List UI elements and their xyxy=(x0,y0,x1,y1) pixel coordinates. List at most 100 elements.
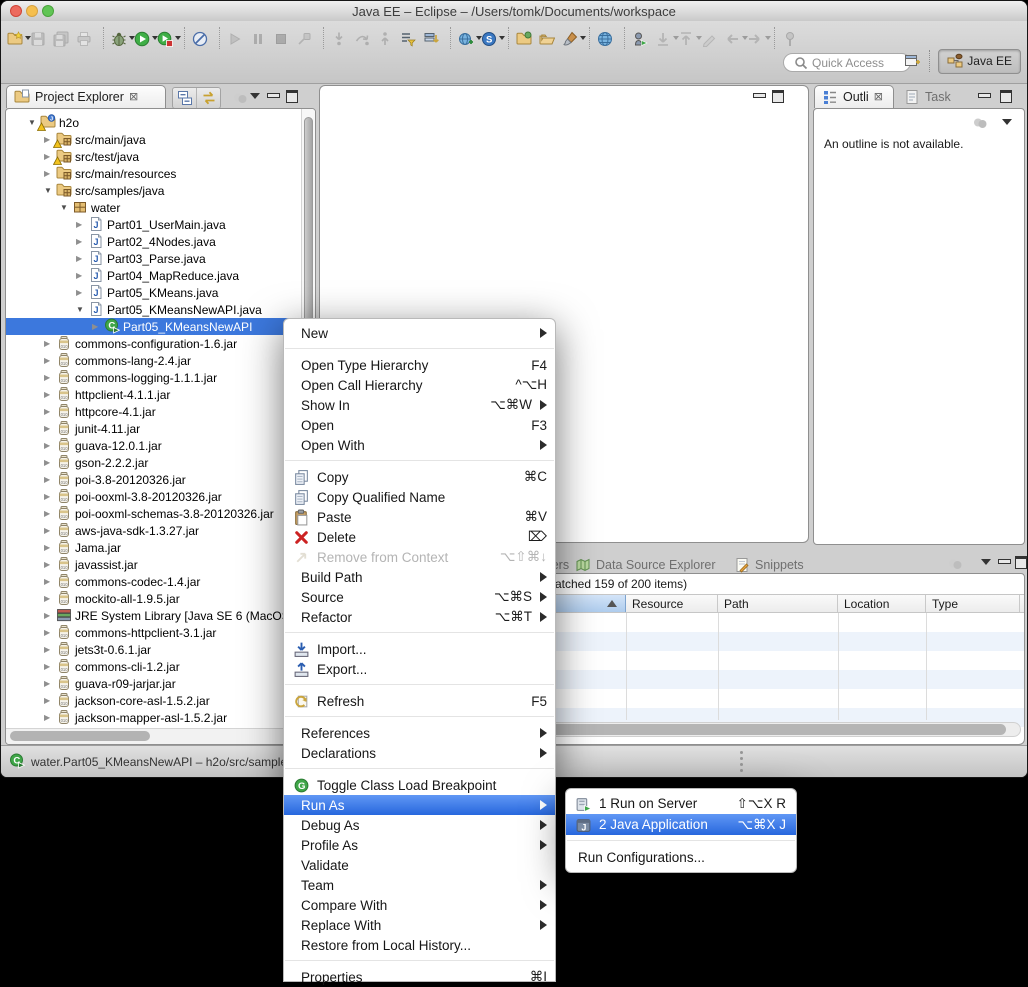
tree-item[interactable]: ▶ src/main/java xyxy=(6,131,301,148)
new-wizard-button[interactable] xyxy=(7,26,31,50)
launch-tool-button[interactable] xyxy=(632,26,653,50)
explorer-horizontal-scrollbar[interactable] xyxy=(6,728,315,744)
web-browser-button[interactable] xyxy=(597,26,618,50)
sash-handle-icon[interactable] xyxy=(740,769,743,772)
menu-item-team[interactable]: Team xyxy=(284,875,555,895)
java-ee-perspective-button[interactable]: Java EE xyxy=(938,48,1021,74)
tree-expand-arrow[interactable]: ▶ xyxy=(44,594,50,603)
maximize-view-icon[interactable] xyxy=(286,90,298,103)
title-bar[interactable]: Java EE – Eclipse – /Users/tomk/Document… xyxy=(1,1,1027,22)
tree-item[interactable]: ▶ J Part04_MapReduce.java xyxy=(6,267,301,284)
tree-item[interactable]: ▶ 010 jackson-mapper-asl-1.5.2.jar xyxy=(6,709,301,726)
horizontal-scrollbar-thumb[interactable] xyxy=(10,731,150,741)
tree-expand-arrow[interactable]: ▶ xyxy=(44,407,50,416)
menu-item-import[interactable]: Import... xyxy=(284,639,555,659)
tree-item[interactable]: ▶ 010 commons-configuration-1.6.jar xyxy=(6,335,301,352)
tree-expand-arrow[interactable]: ▶ xyxy=(44,577,50,586)
menu-item-debug-as[interactable]: Debug As xyxy=(284,815,555,835)
tree-expand-arrow[interactable]: ▶ xyxy=(76,220,82,229)
menu-item-properties[interactable]: Properties ⌘I xyxy=(284,967,555,987)
menu-item-compare-with[interactable]: Compare With xyxy=(284,895,555,915)
sash-handle-icon[interactable] xyxy=(740,763,743,766)
menu-item-1-run-on-server[interactable]: 1 Run on Server ⇧⌥X R xyxy=(566,793,796,814)
tree-item[interactable]: ▶ J Part02_4Nodes.java xyxy=(6,233,301,250)
collapse-all-button[interactable] xyxy=(173,88,196,108)
drop-to-frame-button[interactable] xyxy=(423,26,444,50)
tree-item[interactable]: ▶ 010 poi-3.8-20120326.jar xyxy=(6,471,301,488)
tree-expand-arrow[interactable]: ▶ xyxy=(44,645,50,654)
tree-item[interactable]: ▶ 010 httpclient-4.1.1.jar xyxy=(6,386,301,403)
tree-expand-arrow[interactable]: ▶ xyxy=(44,509,50,518)
minimize-bottom-icon[interactable] xyxy=(998,559,1011,564)
tree-expand-arrow[interactable]: ▶ xyxy=(44,458,50,467)
close-icon[interactable]: ⊠ xyxy=(874,91,883,103)
menu-item-paste[interactable]: Paste ⌘V xyxy=(284,507,555,527)
menu-item-restore-from-local-history[interactable]: Restore from Local History... xyxy=(284,935,555,955)
paintbrush-button[interactable] xyxy=(562,26,586,50)
web-service-explorer-button[interactable]: S xyxy=(481,26,505,50)
use-step-filters-button[interactable] xyxy=(400,26,421,50)
menu-item-open-type-hierarchy[interactable]: Open Type Hierarchy F4 xyxy=(284,355,555,375)
open-perspective-button[interactable] xyxy=(899,49,925,73)
tree-item[interactable]: ▶ 010 jets3t-0.6.1.jar xyxy=(6,641,301,658)
menu-item-references[interactable]: References xyxy=(284,723,555,743)
menu-item-toggle-class-load-breakpoint[interactable]: G Toggle Class Load Breakpoint xyxy=(284,775,555,795)
tab-project-explorer[interactable]: Project Explorer ⊠ xyxy=(6,85,166,108)
menu-item-copy-qualified-name[interactable]: Copy Qualified Name xyxy=(284,487,555,507)
maximize-outline-icon[interactable] xyxy=(1000,90,1012,103)
tree-item[interactable]: ▶ 010 commons-codec-1.4.jar xyxy=(6,573,301,590)
menu-item-run-as[interactable]: Run As xyxy=(284,795,555,815)
tree-item[interactable]: ▶ 010 gson-2.2.2.jar xyxy=(6,454,301,471)
open-folder-button[interactable] xyxy=(539,26,560,50)
tree-expand-arrow[interactable]: ▼ xyxy=(76,305,84,314)
menu-item-open[interactable]: Open F3 xyxy=(284,415,555,435)
tree-expand-arrow[interactable]: ▶ xyxy=(44,373,50,382)
tree-item[interactable]: ▼ water xyxy=(6,199,301,216)
tree-item[interactable]: ▶ src/main/resources xyxy=(6,165,301,182)
tree-expand-arrow[interactable]: ▶ xyxy=(76,254,82,263)
link-with-editor-button[interactable] xyxy=(196,88,220,108)
tree-item[interactable]: ▶ J Part03_Parse.java xyxy=(6,250,301,267)
minimize-editor-icon[interactable] xyxy=(753,93,766,98)
tree-expand-arrow[interactable]: ▼ xyxy=(44,186,52,195)
tree-item[interactable]: ▼ J Part05_KMeansNewAPI.java xyxy=(6,301,301,318)
tree-item[interactable]: ▶ 010 aws-java-sdk-1.3.27.jar xyxy=(6,522,301,539)
menu-item-delete[interactable]: Delete ⌦ xyxy=(284,527,555,547)
tree-item[interactable]: ▶ 010 commons-httpclient-3.1.jar xyxy=(6,624,301,641)
tree-expand-arrow[interactable]: ▶ xyxy=(44,696,50,705)
tree-expand-arrow[interactable]: ▶ xyxy=(44,475,50,484)
tree-item[interactable]: ▶ J Part01_UserMain.java xyxy=(6,216,301,233)
column-header-path[interactable]: Path xyxy=(718,595,838,612)
run-coverage-button[interactable] xyxy=(157,26,181,50)
menu-item-refactor[interactable]: Refactor ⌥⌘T xyxy=(284,607,555,627)
tree-item[interactable]: ▶ 010 poi-ooxml-schemas-3.8-20120326.jar xyxy=(6,505,301,522)
import-archive-button[interactable] xyxy=(516,26,537,50)
menu-item-open-call-hierarchy[interactable]: Open Call Hierarchy ^⌥H xyxy=(284,375,555,395)
menu-item-show-in[interactable]: Show In ⌥⌘W xyxy=(284,395,555,415)
tree-expand-arrow[interactable]: ▶ xyxy=(44,390,50,399)
tree-item[interactable]: ▼ Jh2o xyxy=(6,114,301,131)
tree-expand-arrow[interactable]: ▶ xyxy=(44,713,50,722)
tree-item[interactable]: ▶ 010 Jama.jar xyxy=(6,539,301,556)
tree-expand-arrow[interactable]: ▶ xyxy=(76,271,82,280)
tree-item[interactable]: ▶ JRE System Library [Java SE 6 (MacOS X … xyxy=(6,607,315,624)
tree-expand-arrow[interactable]: ▶ xyxy=(44,169,50,178)
menu-item-source[interactable]: Source ⌥⌘S xyxy=(284,587,555,607)
menu-item-run-configurations[interactable]: Run Configurations... xyxy=(566,847,796,868)
tree-expand-arrow[interactable]: ▶ xyxy=(44,526,50,535)
menu-item-build-path[interactable]: Build Path xyxy=(284,567,555,587)
maximize-editor-icon[interactable] xyxy=(772,90,784,103)
menu-item-open-with[interactable]: Open With xyxy=(284,435,555,455)
column-header-location[interactable]: Location xyxy=(838,595,926,612)
tree-item[interactable]: ▶ C Part05_KMeansNewAPI xyxy=(6,318,301,335)
menu-item-profile-as[interactable]: Profile As xyxy=(284,835,555,855)
debug-button[interactable] xyxy=(111,26,135,50)
tree-expand-arrow[interactable]: ▶ xyxy=(44,560,50,569)
menu-item-copy[interactable]: Copy ⌘C xyxy=(284,467,555,487)
tree-item[interactable]: ▶ 010 guava-r09-jarjar.jar xyxy=(6,675,301,692)
menu-item-replace-with[interactable]: Replace With xyxy=(284,915,555,935)
tree-item[interactable]: ▶ 010 commons-logging-1.1.1.jar xyxy=(6,369,301,386)
maximize-bottom-icon[interactable] xyxy=(1015,556,1027,569)
tree-expand-arrow[interactable]: ▶ xyxy=(44,628,50,637)
bottom-view-menu-icon[interactable] xyxy=(981,559,991,565)
